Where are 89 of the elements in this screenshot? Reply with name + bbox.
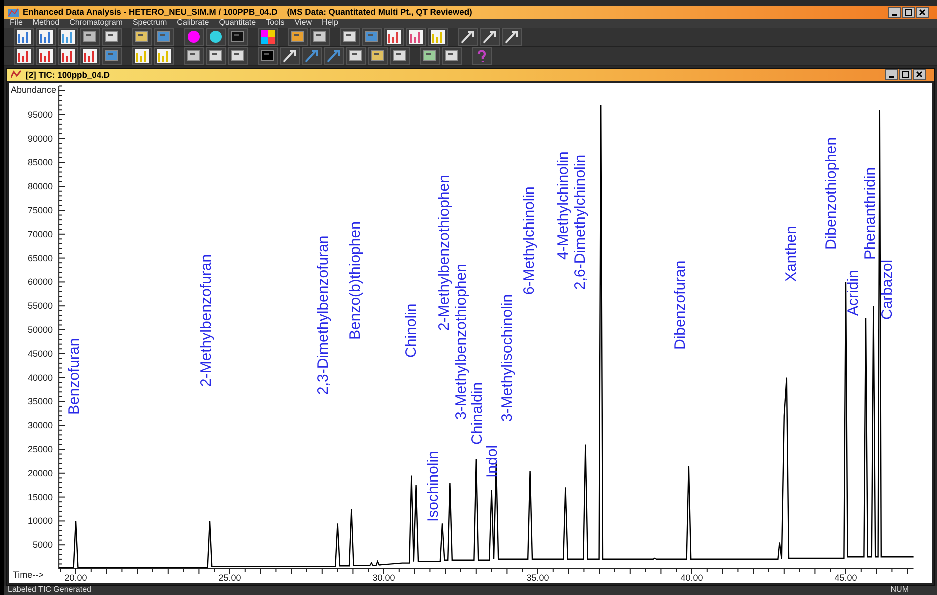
x-tick-label: 30.00 (372, 572, 396, 583)
peak-label: Phenanthridin (862, 167, 879, 260)
peak-label: Chinolin (403, 304, 420, 358)
chart-icon[interactable] (58, 46, 78, 65)
document-title: [2] TIC: 100ppb_04.D (26, 68, 110, 82)
menu-item[interactable]: Chromatogram (70, 19, 123, 28)
peak-icon[interactable] (154, 46, 174, 65)
y-tick-label: 15000 (28, 492, 54, 502)
window-icon[interactable] (310, 28, 330, 46)
y-tick-label: 65000 (28, 253, 54, 264)
y-tick-label: 25000 (28, 444, 54, 454)
menu-item[interactable]: Calibrate (177, 19, 210, 28)
peak-label: 2-Methylbenzothiophen (436, 174, 453, 331)
menu-item[interactable]: Quantitate (219, 19, 256, 28)
minimize-button[interactable] (885, 69, 898, 80)
y-tick-label: 5000 (33, 540, 54, 550)
y-tick-label: 50000 (28, 324, 54, 335)
maximize-icon (902, 71, 909, 78)
chart-icon[interactable] (36, 28, 56, 46)
y-tick-label: 85000 (28, 158, 54, 168)
peak-label: Isochinolin (425, 450, 442, 522)
peak-label: Benzo(b)thiophen (347, 221, 364, 340)
peak-label: Chinaldin (469, 382, 486, 445)
chart-icon[interactable] (14, 46, 34, 65)
x-tick-label: 20.00 (64, 572, 88, 583)
menu-item[interactable]: View (294, 19, 312, 28)
x-tick-label: 25.00 (218, 572, 242, 583)
maximize-button[interactable] (899, 69, 912, 80)
peak-label: 2-Methylbenzofuran (198, 254, 215, 387)
chart-icon (11, 70, 22, 80)
minimize-button[interactable] (888, 6, 901, 18)
num-lock-indicator: NUM (890, 586, 909, 594)
x-axis-label: Time--> (13, 570, 44, 580)
y-tick-label: 20000 (28, 468, 54, 478)
peak-label: 2,6-Dimethylchinolin (572, 154, 589, 290)
peak-label: 2,3-Dimethylbenzofuran (315, 236, 332, 395)
peak-label: Benzofuran (66, 338, 83, 415)
x-tick-label: 45.00 (834, 572, 858, 583)
status-message: Labeled TIC Generated (8, 586, 92, 594)
chart-icon[interactable] (406, 28, 426, 46)
menu-item[interactable]: Spectrum (132, 19, 168, 28)
window-title: Enhanced Data Analysis - HETERO_NEU_SIM.M / 100PPB_04.D (MS Data: Quantitated Multi Pt., QT Reviewed) (23, 6, 472, 19)
chart-icon[interactable] (80, 46, 100, 65)
peak-label: Xanthen (783, 226, 800, 282)
menu-item[interactable]: Tools (266, 19, 285, 28)
peak-label: Dibenzofuran (672, 260, 689, 350)
x-tick-label: 35.00 (526, 572, 550, 583)
peak-icon[interactable] (132, 46, 152, 65)
x-tick-label: 40.00 (680, 572, 704, 583)
close-icon (919, 8, 926, 16)
y-tick-label: 10000 (28, 516, 54, 526)
y-tick-label: 75000 (28, 205, 54, 216)
y-tick-label: 55000 (28, 300, 54, 311)
y-tick-label: 70000 (28, 229, 54, 240)
peak-label: 3-Methylbenzothiophen (453, 264, 470, 420)
y-tick-label: 40000 (28, 372, 54, 383)
palette-icon[interactable] (258, 28, 278, 46)
peak-label: 6-Methylchinolin (521, 186, 538, 295)
y-tick-label: 45000 (28, 348, 54, 359)
maximize-icon (905, 8, 912, 16)
peak-label: Dibenzothiophen (823, 137, 840, 250)
y-tick-label: 35000 (28, 396, 54, 407)
app-icon (8, 7, 19, 18)
maximize-button[interactable] (902, 6, 915, 18)
close-button[interactable] (916, 6, 929, 18)
y-tick-label: 60000 (28, 277, 54, 288)
spectrum-icon[interactable] (384, 28, 404, 46)
y-tick-label: 30000 (28, 420, 54, 430)
peak-label: Acridin (845, 270, 862, 316)
y-tick-label: 80000 (28, 181, 54, 192)
chart-icon[interactable] (58, 28, 78, 46)
chart-icon[interactable] (36, 46, 56, 65)
menu-item[interactable]: Method (32, 19, 60, 28)
square-icon[interactable] (258, 46, 278, 65)
menu-item[interactable]: File (10, 19, 23, 28)
help-icon[interactable] (472, 46, 492, 65)
peak-label: Indol (484, 445, 501, 478)
close-button[interactable] (913, 69, 926, 80)
peak-label: 3-Methylisochinolin (499, 294, 516, 422)
y-tick-label: 95000 (28, 110, 54, 120)
chart-icon[interactable] (14, 28, 34, 46)
arrow-up-icon[interactable] (324, 46, 344, 65)
peak-icon[interactable] (428, 28, 448, 46)
close-icon (916, 71, 923, 78)
y-axis-label: Abundance (11, 84, 57, 95)
peak-label: Carbazol (879, 260, 896, 320)
y-tick-label: 90000 (28, 134, 54, 144)
menu-item[interactable]: Help (322, 19, 338, 28)
peak-label: 4-Methylchinolin (555, 151, 572, 260)
